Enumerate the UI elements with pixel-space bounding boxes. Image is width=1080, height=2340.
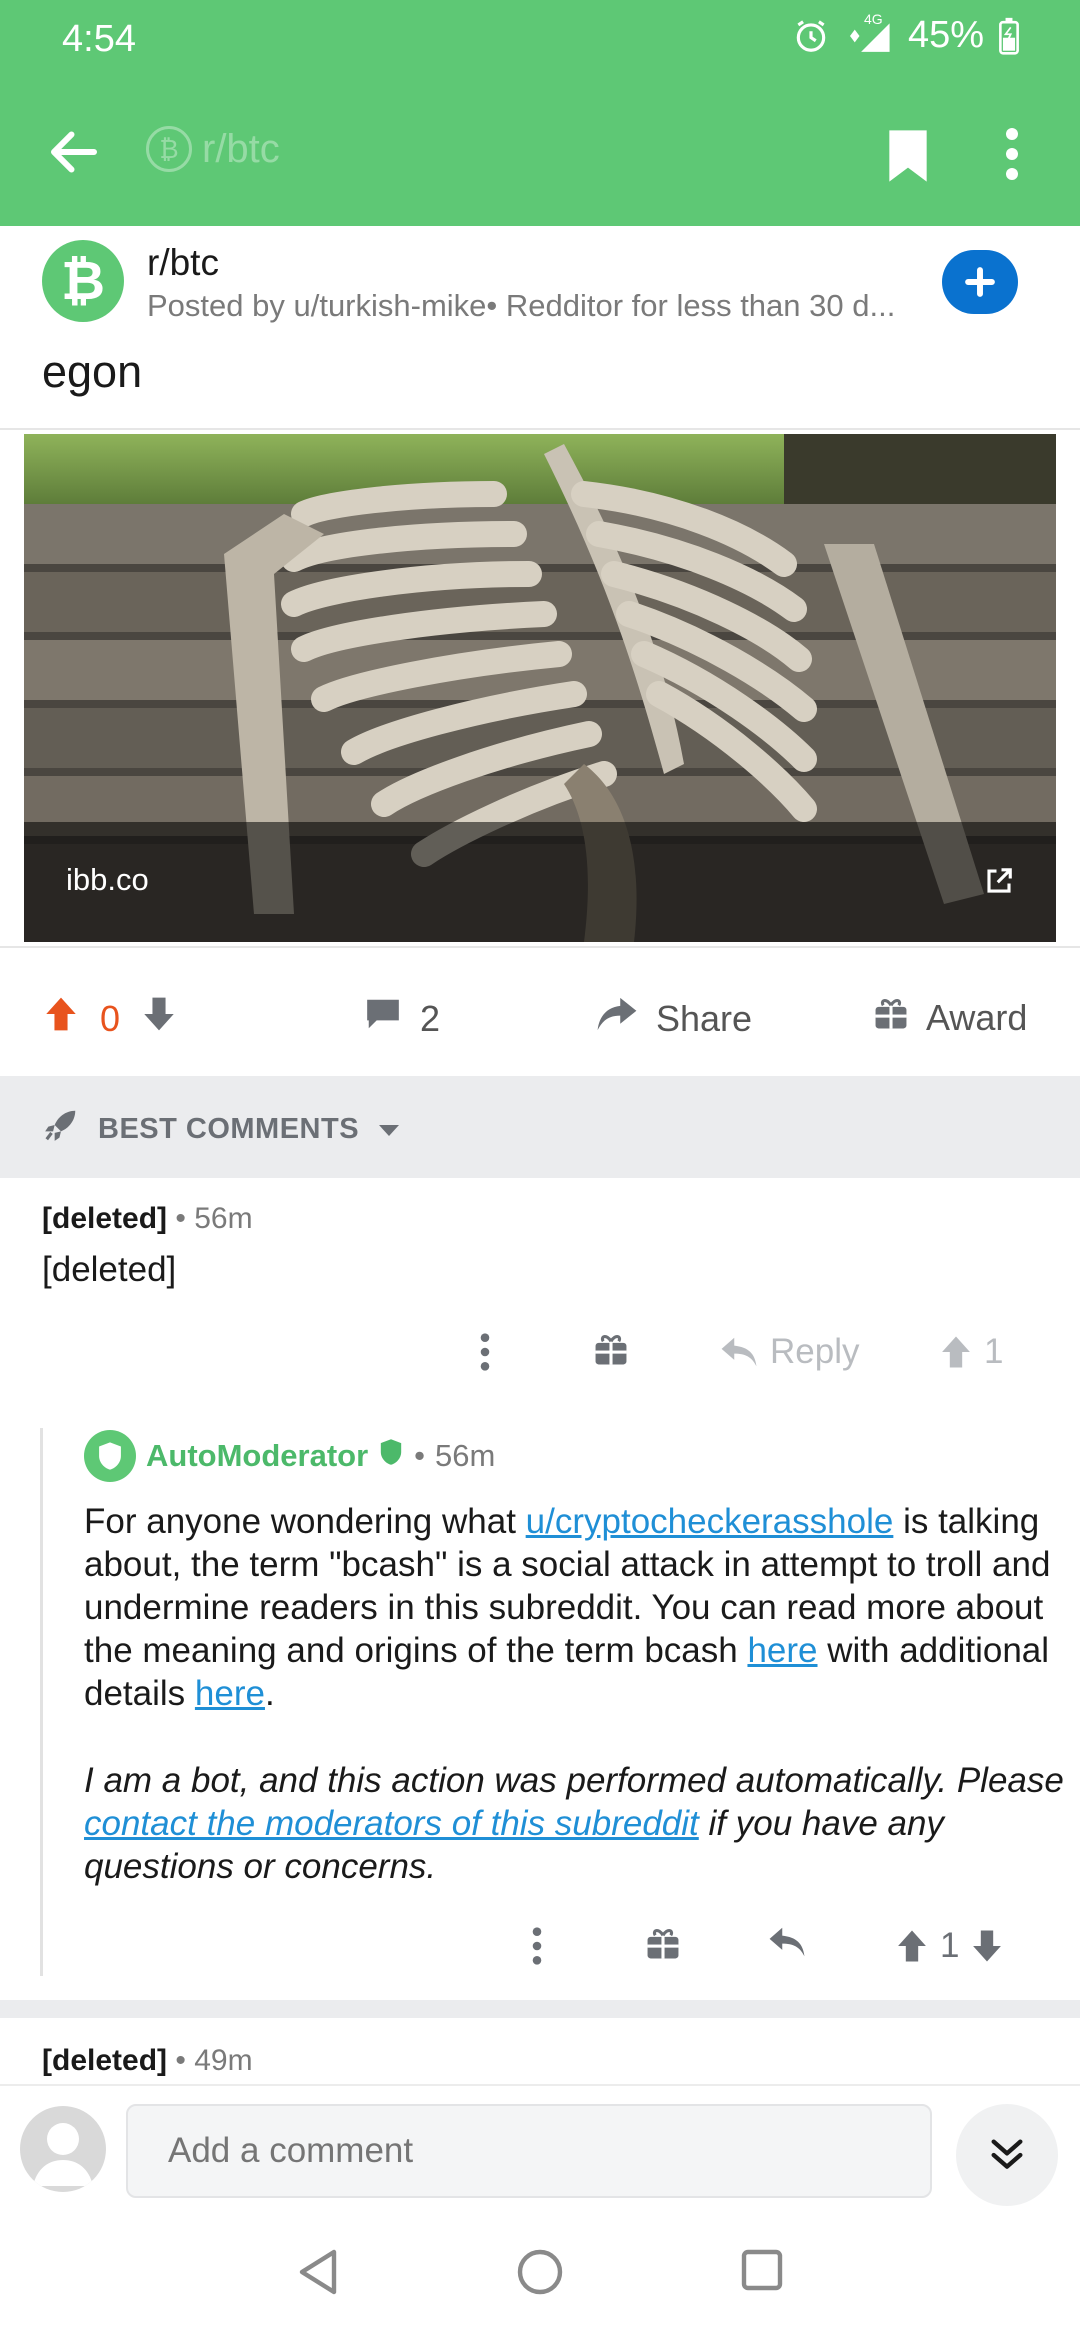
comment-text: For anyone wondering what [84, 1502, 526, 1541]
comment-meta: [deleted] • 49m [42, 2044, 253, 2077]
link-preview[interactable]: ibb.co [0, 428, 1080, 948]
comment-text: . [264, 1674, 275, 1713]
reply-button[interactable]: Reply [720, 1332, 859, 1372]
award-button[interactable]: Award [874, 996, 1027, 1039]
overflow-menu-icon[interactable] [1006, 126, 1018, 187]
caret-down-icon [377, 1113, 401, 1146]
plus-icon [965, 267, 995, 297]
comment-count: 2 [420, 997, 441, 1039]
here-link[interactable]: here [747, 1631, 817, 1670]
thread-line[interactable] [40, 1428, 43, 1976]
nav-home-icon[interactable] [516, 2248, 564, 2301]
comment-score: 1 [984, 1332, 1004, 1371]
back-arrow-icon[interactable] [44, 122, 104, 182]
comment-age: 49m [194, 2044, 253, 2077]
shield-icon [99, 1442, 121, 1470]
comment-score: 1 [940, 1926, 960, 1965]
subreddit-ghost-icon: ₿ [146, 126, 192, 172]
post-header: ₿ r/btc Posted by u/turkish-mike• Reddit… [0, 226, 1080, 426]
comment-text: I am a bot, and this action was performe… [84, 1761, 1064, 1800]
comment-actions: 1 [520, 1926, 1040, 1974]
moderator-shield-icon [378, 1438, 404, 1474]
alarm-icon [792, 17, 830, 55]
comment-reply: AutoModerator • 56m For anyone wondering… [84, 1430, 1064, 1888]
share-arrow-icon [596, 996, 638, 1041]
user-avatar[interactable] [20, 2106, 106, 2192]
comment-composer [0, 2084, 1080, 2216]
comment-paragraph: For anyone wondering what u/cryptochecke… [84, 1500, 1064, 1715]
comment-body: [deleted] [42, 1250, 177, 1289]
bookmark-icon[interactable] [884, 128, 932, 189]
gift-icon [874, 996, 908, 1039]
contact-moderators-link[interactable]: contact the moderators of this subreddit [84, 1804, 699, 1843]
network-icon: 4G [844, 11, 894, 55]
post-title: egon [42, 346, 143, 397]
downvote-arrow-icon[interactable] [142, 996, 176, 1041]
app-bar-title-text: r/btc [202, 126, 280, 171]
posted-by[interactable]: Posted by u/turkish-mike• Redditor for l… [147, 288, 927, 324]
link-domain[interactable]: ibb.co [66, 862, 149, 898]
app-bar-title: ₿ r/btc [146, 126, 280, 172]
app-bar: ₿ r/btc [0, 100, 1080, 210]
battery-icon [998, 17, 1020, 55]
comment-age: 56m [194, 1202, 253, 1235]
nav-recents-icon[interactable] [740, 2248, 784, 2297]
meta-separator: • [414, 1438, 426, 1473]
subreddit-name[interactable]: r/btc [147, 242, 219, 284]
share-button[interactable]: Share [596, 996, 752, 1041]
nav-back-icon[interactable] [296, 2248, 340, 2301]
comment-meta: AutoModerator • 56m [84, 1430, 1064, 1482]
post-actions: 0 2 Share Award [0, 960, 1080, 1078]
comment-age: 56m [435, 1438, 496, 1473]
comment-vote: 1 [896, 1926, 1003, 1966]
status-time: 4:54 [62, 18, 136, 60]
comment-author[interactable]: [deleted] [42, 2044, 167, 2077]
comment-actions: Reply 1 [470, 1332, 1050, 1380]
here-link-2[interactable]: here [195, 1674, 265, 1713]
vote-control: 0 [44, 996, 176, 1041]
comment-body: For anyone wondering what u/cryptochecke… [84, 1500, 1064, 1888]
automod-avatar[interactable] [84, 1430, 136, 1482]
top-bar: 4:54 4G 45% ₿ r/btc [0, 0, 1080, 226]
next-comment-button[interactable] [956, 2104, 1058, 2206]
battery-percent: 45% [907, 14, 984, 56]
external-link-icon[interactable] [984, 866, 1014, 901]
comment: [deleted] • 49m [42, 2044, 253, 2078]
more-options-icon[interactable] [532, 1926, 542, 1966]
gift-icon[interactable] [646, 1926, 680, 1960]
comment-author[interactable]: [deleted] [42, 1202, 167, 1235]
comment-bubble-icon [364, 996, 402, 1041]
bitcoin-subreddit-icon[interactable]: ₿ [42, 240, 124, 322]
link-overlay [24, 822, 1056, 942]
double-chevron-down-icon [991, 2139, 1023, 2169]
status-bar: 4:54 4G 45% [0, 0, 1080, 80]
award-label: Award [926, 996, 1028, 1038]
comments-button[interactable]: 2 [364, 996, 440, 1041]
comment-author[interactable]: AutoModerator [146, 1438, 368, 1474]
add-comment-input[interactable] [126, 2104, 932, 2198]
reply-label: Reply [770, 1332, 860, 1371]
upvote-arrow-icon[interactable] [940, 1335, 972, 1369]
comment-divider [0, 2000, 1080, 2018]
network-type: 4G [863, 10, 883, 27]
share-label: Share [656, 997, 753, 1039]
sort-label: BEST COMMENTS [98, 1112, 360, 1145]
comment: [deleted] • 56m [deleted] [42, 1202, 253, 1290]
rocket-icon [42, 1106, 80, 1152]
comment-vote: 1 [940, 1332, 1003, 1372]
reply-arrow-icon[interactable] [768, 1926, 806, 1958]
system-nav-bar [0, 2214, 1080, 2340]
more-options-icon[interactable] [480, 1332, 490, 1372]
post-score: 0 [100, 997, 121, 1039]
comment-meta: [deleted] • 56m [42, 1202, 253, 1235]
user-mention-link[interactable]: u/cryptocheckerasshole [526, 1502, 894, 1541]
sort-bar[interactable]: BEST COMMENTS [0, 1076, 1080, 1178]
join-button[interactable] [942, 250, 1018, 314]
reply-arrow-icon [721, 1337, 757, 1367]
upvote-arrow-icon[interactable] [44, 996, 78, 1041]
downvote-arrow-icon[interactable] [971, 1929, 1003, 1963]
bot-disclaimer: I am a bot, and this action was performe… [84, 1759, 1064, 1888]
upvote-arrow-icon[interactable] [896, 1929, 928, 1963]
gift-icon[interactable] [594, 1332, 628, 1366]
